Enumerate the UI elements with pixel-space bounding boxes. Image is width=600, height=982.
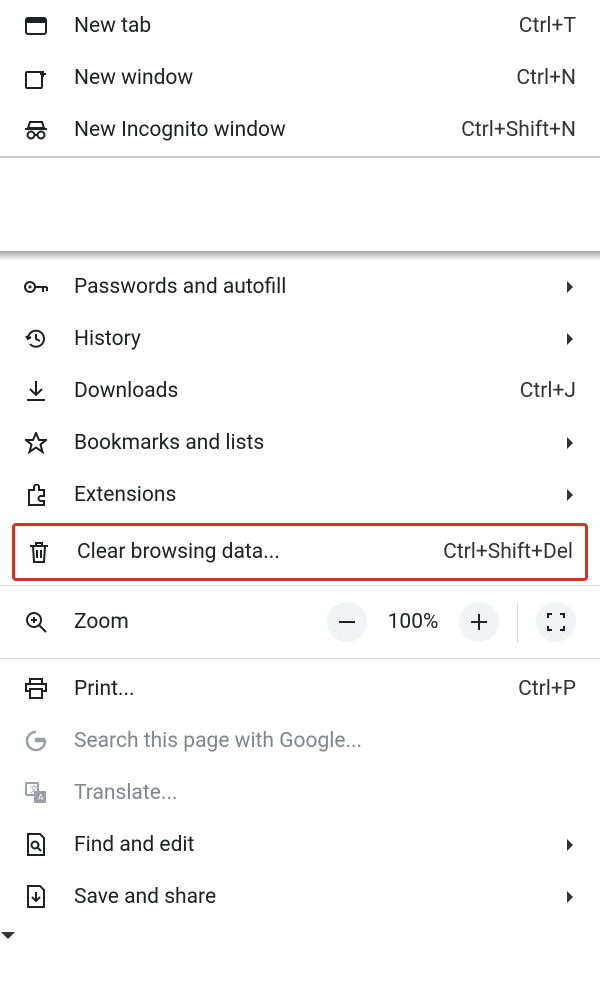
chevron-right-icon (566, 279, 576, 295)
chevron-right-icon (566, 487, 576, 503)
history-icon (22, 325, 50, 353)
svg-text:A: A (38, 793, 44, 802)
history-item[interactable]: History (0, 313, 600, 365)
svg-text:文: 文 (30, 784, 38, 794)
print-item[interactable]: Print... Ctrl+P (0, 663, 600, 715)
clear-data-item[interactable]: Clear browsing data... Ctrl+Shift+Del (15, 526, 585, 578)
clear-data-label: Clear browsing data... (77, 540, 443, 564)
new-window-label: New window (74, 66, 516, 90)
print-label: Print... (74, 677, 518, 701)
zoom-icon (22, 608, 50, 636)
zoom-divider (517, 602, 518, 642)
downloads-shortcut: Ctrl+J (520, 379, 576, 403)
bookmarks-item[interactable]: Bookmarks and lists (0, 417, 600, 469)
google-icon (22, 727, 50, 755)
trash-icon (25, 538, 53, 566)
incognito-icon (22, 116, 50, 144)
new-window-icon (22, 64, 50, 92)
new-tab-shortcut: Ctrl+T (519, 14, 576, 38)
find-page-icon (22, 831, 50, 859)
extensions-icon (22, 481, 50, 509)
new-incognito-shortcut: Ctrl+Shift+N (461, 118, 576, 142)
zoom-row: Zoom 100% (0, 590, 600, 654)
search-google-label: Search this page with Google... (74, 729, 576, 753)
translate-item[interactable]: 文A Translate... (0, 767, 600, 819)
new-window-item[interactable]: New window Ctrl+N (0, 52, 600, 104)
find-item[interactable]: Find and edit (0, 819, 600, 871)
star-icon (22, 429, 50, 457)
clear-data-highlight: Clear browsing data... Ctrl+Shift+Del (12, 523, 588, 581)
divider (0, 658, 600, 659)
shadow-divider (0, 251, 600, 261)
divider (0, 585, 600, 586)
new-window-shortcut: Ctrl+N (516, 66, 576, 90)
gap-section (0, 156, 600, 251)
passwords-label: Passwords and autofill (74, 275, 566, 299)
menu-middle-section: Passwords and autofill History Downloads… (0, 261, 600, 581)
save-share-label: Save and share (74, 885, 566, 909)
chevron-right-icon (566, 435, 576, 451)
new-tab-label: New tab (74, 14, 519, 38)
save-share-icon (22, 883, 50, 911)
fullscreen-button[interactable] (536, 602, 576, 642)
zoom-label: Zoom (74, 610, 327, 634)
extensions-item[interactable]: Extensions (0, 469, 600, 521)
chevron-right-icon (566, 889, 576, 905)
search-google-item[interactable]: Search this page with Google... (0, 715, 600, 767)
clear-data-shortcut: Ctrl+Shift+Del (443, 540, 573, 564)
download-icon (22, 377, 50, 405)
zoom-in-button[interactable] (459, 602, 499, 642)
downloads-label: Downloads (74, 379, 520, 403)
expand-caret[interactable] (0, 923, 600, 949)
new-incognito-label: New Incognito window (74, 118, 461, 142)
translate-icon: 文A (22, 779, 50, 807)
downloads-item[interactable]: Downloads Ctrl+J (0, 365, 600, 417)
find-label: Find and edit (74, 833, 566, 857)
chevron-right-icon (566, 331, 576, 347)
menu-bottom-section: Print... Ctrl+P Search this page with Go… (0, 663, 600, 923)
translate-label: Translate... (74, 781, 576, 805)
zoom-controls: 100% (327, 602, 576, 642)
new-tab-item[interactable]: New tab Ctrl+T (0, 0, 600, 52)
menu-top-section: New tab Ctrl+T New window Ctrl+N New Inc… (0, 0, 600, 156)
print-shortcut: Ctrl+P (518, 677, 576, 701)
save-share-item[interactable]: Save and share (0, 871, 600, 923)
extensions-label: Extensions (74, 483, 566, 507)
zoom-out-button[interactable] (327, 602, 367, 642)
new-incognito-item[interactable]: New Incognito window Ctrl+Shift+N (0, 104, 600, 156)
zoom-value: 100% (381, 610, 445, 634)
history-label: History (74, 327, 566, 351)
chevron-right-icon (566, 837, 576, 853)
bookmarks-label: Bookmarks and lists (74, 431, 566, 455)
new-tab-icon (22, 12, 50, 40)
key-icon (22, 273, 50, 301)
passwords-item[interactable]: Passwords and autofill (0, 261, 600, 313)
print-icon (22, 675, 50, 703)
